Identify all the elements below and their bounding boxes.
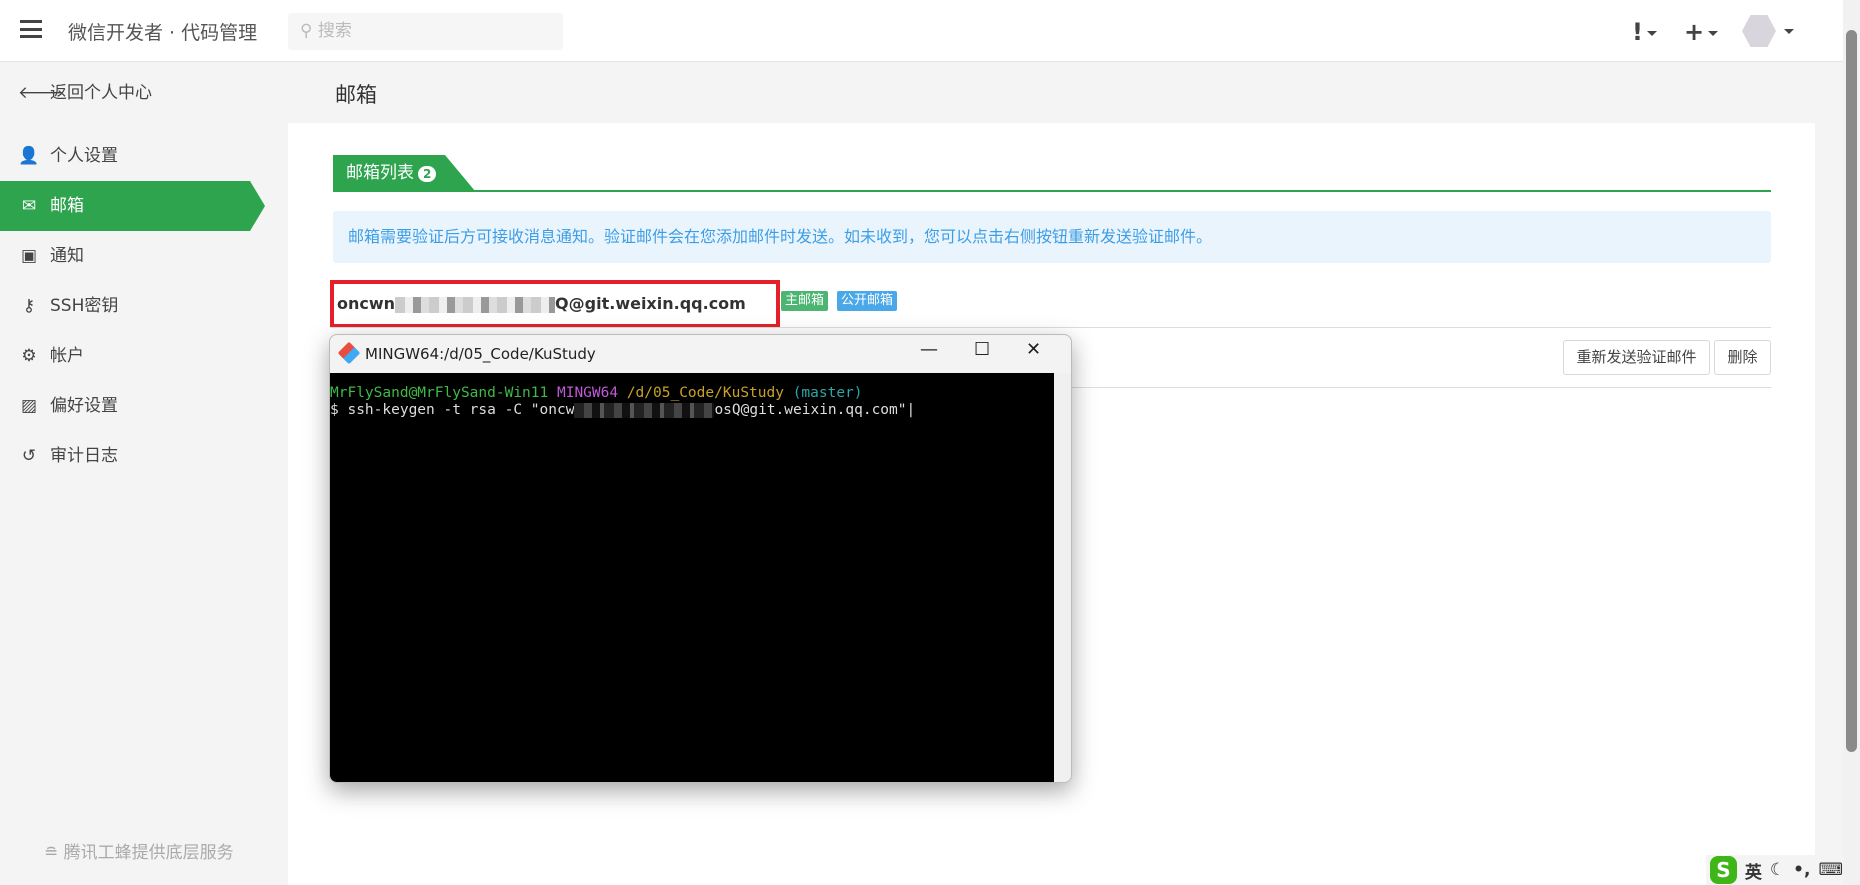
create-menu[interactable]: + [1684, 18, 1719, 46]
gear-icon: ⚙ [21, 346, 37, 366]
git-logo-icon [337, 341, 361, 365]
primary-badge: 主邮箱 [781, 291, 829, 311]
prompt-branch: (master) [792, 385, 863, 401]
sidebar-item-label: 通知 [50, 246, 84, 266]
terminal-window[interactable]: MINGW64:/d/05_Code/KuStudy — ☐ ✕ MrFlySa… [329, 334, 1072, 783]
page-scrollbar[interactable] [1843, 0, 1860, 885]
sidebar-item-preferences[interactable]: ▨ 偏好设置 [0, 381, 265, 431]
ime-toolbar[interactable]: S 英 ☾ •, ⌨ [1706, 855, 1843, 885]
prompt-env: MINGW64 [556, 385, 619, 401]
public-badge: 公开邮箱 [837, 291, 898, 311]
exclamation-icon: ! [1632, 18, 1643, 46]
sidebar-item-email[interactable]: ✉ 邮箱 [0, 181, 265, 231]
tab-underline [333, 190, 1771, 192]
maximize-button[interactable]: ☐ [974, 339, 990, 360]
cursor: | [906, 402, 916, 418]
sidebar-item-label: 偏好设置 [50, 396, 118, 416]
delete-button[interactable]: 删除 [1714, 340, 1771, 375]
search-input[interactable]: ⚲ 搜索 [288, 13, 563, 50]
terminal-title: MINGW64:/d/05_Code/KuStudy [365, 345, 596, 363]
ime-language[interactable]: 英 [1745, 858, 1762, 883]
sidebar-item-label: 邮箱 [50, 196, 84, 216]
sidebar-item-label: 返回个人中心 [50, 83, 152, 103]
command-suffix: osQ@git.weixin.qq.com" [714, 402, 907, 418]
email-prefix: oncwn [337, 294, 396, 313]
sidebar-item-ssh[interactable]: ⚷ SSH密钥 [0, 281, 265, 331]
user-icon: 👤 [18, 146, 40, 166]
tab-label: 邮箱列表 [346, 163, 414, 183]
app-title[interactable]: 微信开发者 · 代码管理 [68, 18, 257, 45]
server-icon: ≘ [44, 843, 64, 863]
top-header: 微信开发者 · 代码管理 ⚲ 搜索 ! + [0, 0, 1843, 62]
avatar[interactable] [1742, 15, 1776, 47]
inbox-icon: ▣ [20, 246, 38, 266]
sidebar-item-label: 个人设置 [50, 146, 118, 166]
search-placeholder: 搜索 [317, 21, 352, 41]
prompt-user: MrFlySand@MrFlySand-Win11 [330, 385, 549, 401]
close-button[interactable]: ✕ [1026, 339, 1041, 360]
terminal-scrollbar[interactable] [1054, 373, 1071, 782]
caret-down-icon [1708, 30, 1719, 36]
divider [330, 327, 1771, 328]
sidebar-item-audit[interactable]: ↺ 审计日志 [0, 431, 265, 481]
sidebar-back[interactable]: 🡐 返回个人中心 [0, 68, 265, 118]
info-alert: 邮箱需要验证后方可接收消息通知。验证邮件会在您添加邮件时发送。如未收到，您可以点… [333, 211, 1771, 263]
sidebar-item-profile[interactable]: 👤 个人设置 [0, 131, 265, 181]
sidebar-item-label: SSH密钥 [50, 296, 119, 316]
terminal-output[interactable]: MrFlySand@MrFlySand-Win11 MINGW64 /d/05_… [330, 373, 1054, 782]
caret-down-icon [1646, 30, 1657, 36]
arrow-left-icon: 🡐 [18, 83, 64, 103]
moon-icon[interactable]: ☾ [1770, 860, 1785, 880]
sogou-logo-icon: S [1710, 856, 1737, 884]
scrollbar-thumb[interactable] [1846, 30, 1857, 752]
sidebar-item-label: 审计日志 [50, 446, 118, 466]
count-badge: 2 [418, 166, 437, 182]
menu-icon[interactable] [20, 20, 42, 38]
resend-verification-button[interactable]: 重新发送验证邮件 [1563, 340, 1710, 375]
footer-text: 腾讯工蜂提供底层服务 [63, 843, 234, 863]
envelope-icon: ✉ [21, 196, 37, 216]
redacted-block [395, 296, 556, 313]
caret-down-icon[interactable] [1784, 29, 1794, 34]
email-address: oncwn Q@git.weixin.qq.com [330, 280, 780, 328]
history-icon: ↺ [21, 446, 37, 466]
command-prefix: $ ssh-keygen -t rsa -C "oncw [330, 402, 575, 418]
image-icon: ▨ [20, 396, 38, 416]
minimize-button[interactable]: — [920, 339, 938, 360]
email-suffix: Q@git.weixin.qq.com [555, 294, 746, 313]
sidebar-item-notifications[interactable]: ▣ 通知 [0, 231, 265, 281]
keyboard-icon[interactable]: ⌨ [1818, 860, 1843, 880]
redacted-block [574, 402, 715, 418]
alert-menu[interactable]: ! [1632, 18, 1657, 46]
prompt-path: /d/05_Code/KuStudy [626, 385, 784, 401]
punctuation-icon[interactable]: •, [1793, 860, 1810, 880]
sidebar: 🡐 返回个人中心 👤 个人设置 ✉ 邮箱 ▣ 通知 ⚷ SSH密钥 ⚙ 帐户 ▨ 偏好设置 ↺… [0, 63, 288, 885]
page-title: 邮箱 [335, 83, 377, 107]
sidebar-item-label: 帐户 [50, 346, 84, 366]
key-icon: ⚷ [22, 296, 36, 316]
sidebar-item-account[interactable]: ⚙ 帐户 [0, 331, 265, 381]
footer-note: ≘ 腾讯工蜂提供底层服务 [44, 838, 234, 863]
plus-icon: + [1684, 18, 1705, 46]
